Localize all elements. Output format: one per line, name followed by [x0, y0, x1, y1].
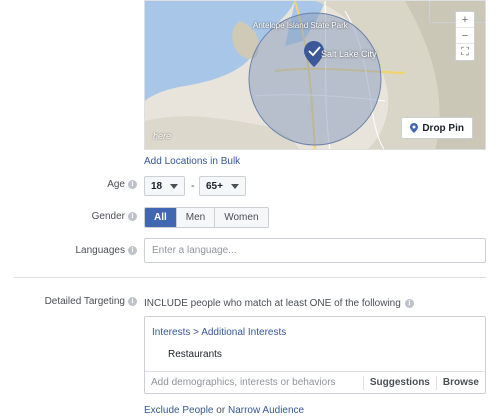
gender-option-men[interactable]: Men [175, 208, 215, 227]
detailed-targeting-label: Detailed Targeting [44, 296, 125, 307]
drop-pin-label: Drop Pin [422, 122, 464, 134]
chevron-down-icon [170, 183, 179, 189]
map-zoom-controls: + − ⛶ [455, 11, 475, 61]
languages-label-row: Languages i [75, 245, 137, 256]
exclude-people-link[interactable]: Exclude People [144, 405, 214, 416]
detailed-targeting-box: Interests > Additional Interests Restaur… [144, 316, 486, 394]
info-icon: i [404, 299, 414, 308]
narrow-audience-link[interactable]: Narrow Audience [228, 405, 304, 416]
age-max-value: 65+ [206, 180, 223, 192]
suggestions-button[interactable]: Suggestions [362, 375, 436, 390]
gender-option-all[interactable]: All [145, 208, 176, 227]
interest-path-link[interactable]: Interests > Additional Interests [152, 327, 286, 338]
map-label-salt-lake: Salt Lake City [321, 49, 377, 59]
include-instruction: INCLUDE people who match at least ONE of… [144, 298, 414, 309]
add-locations-bulk-link[interactable]: Add Locations in Bulk [144, 156, 240, 167]
chevron-down-icon [230, 183, 239, 189]
zoom-in-button[interactable]: + [456, 12, 474, 28]
info-icon: i [128, 297, 137, 306]
age-label: Age [107, 179, 125, 190]
or-text: or [216, 405, 226, 416]
gender-option-women[interactable]: Women [214, 208, 268, 227]
gender-segmented-control: All Men Women [144, 207, 269, 228]
gender-label-row: Gender i [92, 211, 137, 222]
age-min-select[interactable]: 18 [144, 176, 186, 196]
map-provider-logo: here [153, 131, 172, 141]
interest-item[interactable]: Restaurants [168, 349, 222, 360]
targeting-search-input[interactable]: Add demographics, interests or behaviors [145, 377, 363, 388]
languages-label: Languages [75, 245, 126, 256]
age-max-select[interactable]: 65+ [199, 176, 246, 196]
location-map[interactable]: Antelope Island State Park Salt Lake Cit… [144, 0, 486, 150]
drop-pin-button[interactable]: Drop Pin [401, 117, 473, 139]
exclude-narrow-row: Exclude People or Narrow Audience [144, 405, 304, 416]
detailed-targeting-label-row: Detailed Targeting i [45, 296, 137, 307]
targeting-search-bar: Add demographics, interests or behaviors… [145, 371, 485, 393]
section-divider [14, 277, 486, 278]
info-icon: i [128, 180, 137, 189]
include-text: INCLUDE people who match at least ONE of… [144, 298, 401, 309]
age-separator: - [191, 180, 195, 192]
age-min-value: 18 [151, 180, 163, 192]
info-icon: i [128, 212, 137, 221]
browse-button[interactable]: Browse [435, 375, 485, 390]
info-icon: i [128, 246, 137, 255]
zoom-out-button[interactable]: − [456, 28, 474, 44]
map-label-antelope: Antelope Island State Park [253, 21, 348, 30]
gender-label: Gender [91, 211, 125, 222]
language-input[interactable]: Enter a language... [144, 238, 486, 263]
age-label-row: Age i [107, 179, 137, 190]
fit-bounds-button[interactable]: ⛶ [456, 44, 474, 60]
pin-icon [410, 123, 419, 133]
